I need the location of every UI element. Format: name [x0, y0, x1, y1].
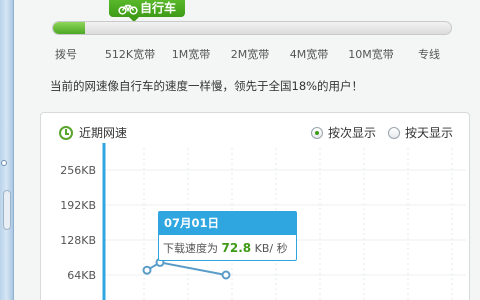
speed-scale: 拨号 512K宽带 1M宽带 2M宽带 4M宽带 10M宽带 专线	[14, 46, 480, 62]
speed-data-point	[221, 270, 231, 280]
y-tick-label: 192KB	[60, 199, 96, 212]
speed-progress-fill	[53, 22, 85, 34]
speed-line-chart: 256KB 192KB 128KB 64KB	[60, 143, 466, 300]
y-tick-label: 128KB	[60, 234, 96, 247]
y-tick-label: 64KB	[67, 269, 96, 282]
speed-tick-label: 拨号	[55, 48, 77, 61]
window-side-strip	[0, 0, 14, 300]
speed-level-label: 自行车	[139, 1, 176, 15]
speed-summary-text: 当前的网速像自行车的速度一样慢，领先于全国18%的用户！	[50, 79, 364, 93]
tooltip-unit: KB/ 秒	[254, 242, 288, 255]
speed-tick-label: 10M宽带	[348, 48, 394, 61]
tooltip-prefix: 下载速度为	[163, 242, 218, 255]
side-scroll-knob[interactable]	[3, 190, 11, 230]
speed-tick-label: 512K宽带	[104, 48, 156, 61]
recent-speed-chart-card: 近期网速 按次显示 按天显示 256KB 192KB 128KB 64KB 07月01…	[40, 112, 470, 300]
speed-tick-label: 2M宽带	[230, 48, 270, 61]
bicycle-icon	[118, 4, 138, 15]
speed-tooltip: 07月01日 下载速度为 72.8 KB/ 秒	[158, 211, 297, 261]
speed-data-point	[142, 265, 152, 275]
speed-tick-label: 1M宽带	[171, 48, 211, 61]
side-dot-icon	[1, 160, 7, 166]
speed-tick-label: 4M宽带	[289, 48, 329, 61]
y-tick-label: 256KB	[60, 164, 96, 177]
speed-level-badge: 自行车	[109, 0, 185, 22]
tooltip-value: 72.8	[221, 241, 252, 255]
tooltip-date: 07月01日	[159, 212, 296, 235]
speed-tick-label: 专线	[418, 48, 440, 61]
speed-progress-bar	[52, 21, 452, 35]
tooltip-body: 下载速度为 72.8 KB/ 秒	[159, 235, 296, 256]
speed-test-panel: 自行车 拨号 512K宽带 1M宽带 2M宽带 4M宽带 10M宽带 专线 当前的网速像自行…	[14, 0, 480, 300]
